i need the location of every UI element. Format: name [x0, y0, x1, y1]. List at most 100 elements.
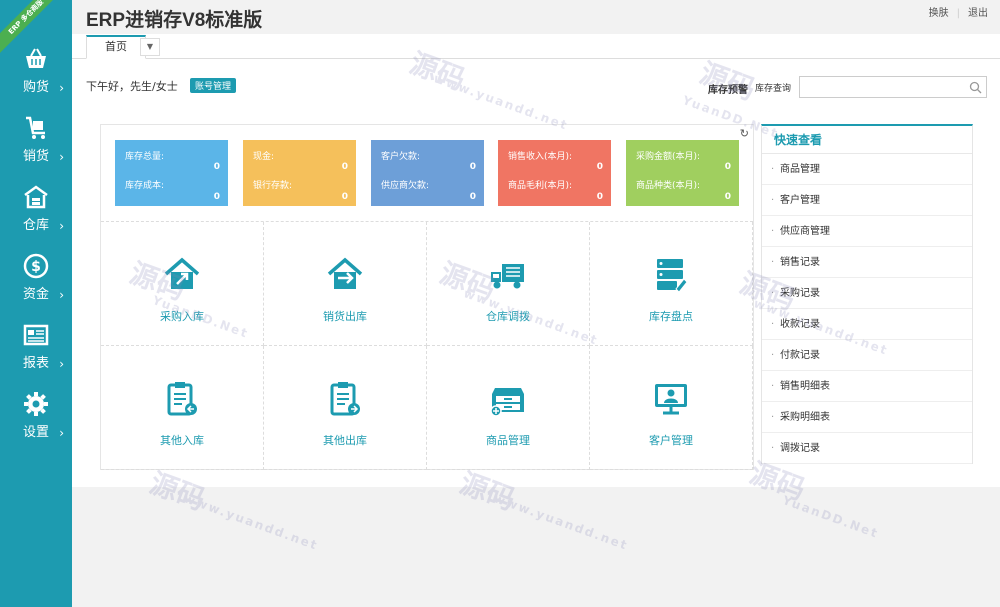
switch-skin-link[interactable]: 换肤	[929, 8, 949, 19]
stat-label: 客户欠款:	[381, 152, 421, 162]
stat-label: 库存成本:	[125, 181, 165, 191]
bottom-area	[72, 487, 1000, 607]
chevron-right-icon: ›	[59, 357, 64, 371]
stack-edit-icon	[657, 259, 688, 293]
sidebar-item-label: 购货	[22, 80, 49, 95]
gear-icon	[24, 392, 48, 416]
stat-value: 0	[213, 192, 220, 202]
sidebar: ERP 多仓商版 购货 › 销货 › 仓库 › $ 资金 › 报表 › 设置 ›	[0, 0, 72, 607]
stat-card-sales[interactable]: 销售收入(本月): 0 商品毛利(本月): 0	[498, 140, 611, 206]
chevron-right-icon: ›	[59, 288, 64, 302]
quick-link[interactable]: 商品管理	[762, 154, 972, 185]
stat-value: 0	[341, 192, 348, 202]
sidebar-item-purchase[interactable]: 购货 ›	[0, 44, 72, 104]
tile-label: 采购入库	[160, 310, 204, 323]
tile-label: 其他出库	[323, 434, 367, 447]
clipboard-in-icon	[167, 382, 197, 416]
tile-label: 销货出库	[323, 310, 367, 323]
tile-other-in[interactable]: 其他入库	[101, 346, 264, 470]
tile-label: 其他入库	[160, 434, 204, 447]
tile-label: 客户管理	[649, 434, 693, 447]
search-input[interactable]	[800, 77, 960, 97]
stat-value: 0	[724, 162, 731, 172]
stat-value: 0	[596, 162, 603, 172]
quick-view-title: 快速查看	[762, 126, 972, 154]
sidebar-item-reports[interactable]: 报表 ›	[0, 320, 72, 380]
tile-label: 仓库调拨	[486, 310, 530, 323]
stat-label: 采购金额(本月):	[636, 152, 701, 162]
chevron-right-icon: ›	[59, 150, 64, 164]
stat-value: 0	[213, 162, 220, 172]
tile-stocktake[interactable]: 库存盘点	[590, 222, 753, 346]
shortcut-grid: 采购入库 销货出库 仓库调拨 库存盘点 其他入库 其他出库 商品管理 客户管理	[101, 221, 753, 470]
stat-value: 0	[724, 192, 731, 202]
monitor-user-icon	[655, 384, 687, 415]
quick-link[interactable]: 采购记录	[762, 278, 972, 309]
tile-label: 商品管理	[486, 434, 530, 447]
search-icon[interactable]	[969, 81, 982, 94]
search-box	[799, 76, 987, 98]
sidebar-item-warehouse[interactable]: 仓库 ›	[0, 182, 72, 242]
account-management-button[interactable]: 账号管理	[190, 78, 237, 93]
sidebar-item-funds[interactable]: $ 资金 ›	[0, 251, 72, 311]
tile-other-out[interactable]: 其他出库	[264, 346, 427, 470]
greeting-text: 下午好，先生/女士	[86, 80, 178, 93]
sidebar-item-settings[interactable]: 设置 ›	[0, 389, 72, 449]
report-icon	[23, 324, 49, 346]
drawer-plus-icon	[490, 388, 524, 417]
tile-warehouse-transfer[interactable]: 仓库调拨	[427, 222, 590, 346]
stat-value: 0	[469, 162, 476, 172]
inventory-query-link[interactable]: 库存查询	[755, 81, 791, 94]
refresh-icon[interactable]: ↻	[740, 127, 749, 140]
quick-link[interactable]: 采购明细表	[762, 402, 972, 433]
chevron-right-icon: ›	[59, 81, 64, 95]
divider: |	[956, 8, 960, 19]
clipboard-out-icon	[330, 382, 360, 416]
dollar-icon: $	[23, 253, 49, 279]
stat-card-cash[interactable]: 现金: 0 银行存款: 0	[243, 140, 356, 206]
tile-sales-out[interactable]: 销货出库	[264, 222, 427, 346]
inventory-warning-link[interactable]: 库存预警	[708, 81, 748, 96]
cart-icon	[26, 116, 45, 139]
tile-customer-management[interactable]: 客户管理	[590, 346, 753, 470]
quick-link[interactable]: 供应商管理	[762, 216, 972, 247]
app-title: ERP进销存V8标准版	[86, 10, 263, 31]
quick-link[interactable]: 付款记录	[762, 340, 972, 371]
quick-link[interactable]: 客户管理	[762, 185, 972, 216]
tile-product-management[interactable]: 商品管理	[427, 346, 590, 470]
warehouse-icon	[24, 185, 48, 209]
svg-text:$: $	[31, 259, 41, 275]
logout-link[interactable]: 退出	[968, 8, 988, 19]
stat-label: 现金:	[253, 152, 275, 162]
stat-label: 商品毛利(本月):	[508, 181, 573, 191]
tab-home[interactable]: 首页	[86, 35, 146, 59]
quick-link[interactable]: 收款记录	[762, 309, 972, 340]
tab-dropdown-button[interactable]: ▼	[140, 38, 160, 56]
tile-purchase-in[interactable]: 采购入库	[101, 222, 264, 346]
house-in-icon	[164, 257, 200, 289]
tab-bar: 首页 ▼	[72, 34, 1000, 59]
quick-link[interactable]: 销售记录	[762, 247, 972, 278]
stat-label: 商品种类(本月):	[636, 181, 701, 191]
dashboard-panel: ↻ 库存总量: 0 库存成本: 0 现金: 0 银行存款: 0 客户欠款: 0 …	[100, 124, 754, 470]
stat-label: 库存总量:	[125, 152, 165, 162]
sidebar-item-label: 资金	[22, 287, 49, 302]
quick-link[interactable]: 调拨记录	[762, 433, 972, 464]
chevron-right-icon: ›	[59, 426, 64, 440]
chevron-down-icon: ▼	[146, 42, 154, 51]
quick-link[interactable]: 销售明细表	[762, 371, 972, 402]
top-links: 换肤 | 退出	[929, 4, 988, 19]
stat-value: 0	[596, 192, 603, 202]
stat-label: 供应商欠款:	[381, 181, 430, 191]
stat-card-debts[interactable]: 客户欠款: 0 供应商欠款: 0	[371, 140, 484, 206]
sidebar-item-label: 设置	[22, 425, 49, 440]
sidebar-item-label: 仓库	[22, 218, 49, 233]
sidebar-item-label: 销货	[22, 149, 49, 164]
quick-view-panel: 快速查看 商品管理 客户管理 供应商管理 销售记录 采购记录 收款记录 付款记录…	[761, 124, 973, 464]
house-out-icon	[327, 257, 363, 289]
stat-label: 银行存款:	[253, 181, 293, 191]
sidebar-item-sales[interactable]: 销货 ›	[0, 113, 72, 173]
stat-card-inventory[interactable]: 库存总量: 0 库存成本: 0	[115, 140, 228, 206]
tile-label: 库存盘点	[649, 310, 693, 323]
stat-card-purchase[interactable]: 采购金额(本月): 0 商品种类(本月): 0	[626, 140, 739, 206]
